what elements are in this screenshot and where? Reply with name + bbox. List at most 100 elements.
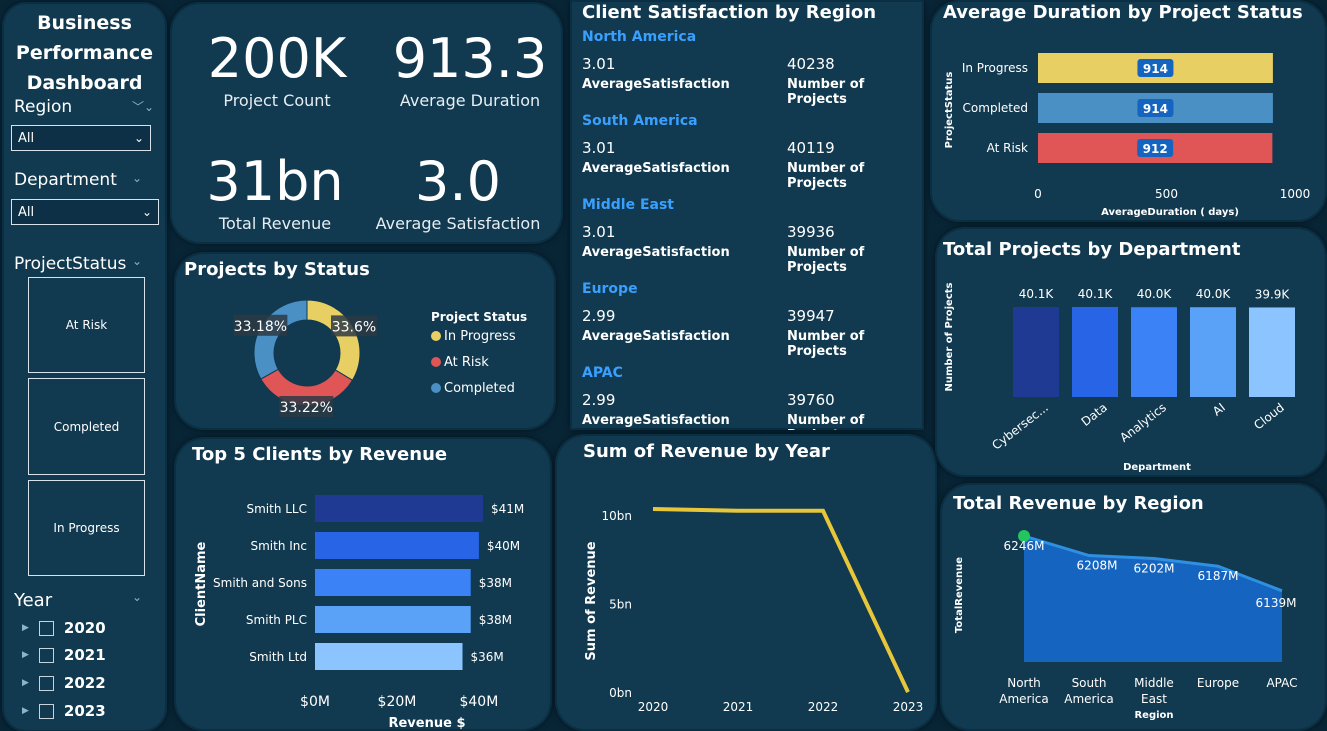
dashboard-title-line: Business — [37, 12, 132, 34]
y-axis-label: TotalRevenue — [954, 557, 965, 633]
legend-title: Project Status — [431, 310, 527, 324]
tick-label: 0 — [1034, 187, 1042, 201]
data-label: 912 — [1143, 142, 1168, 156]
category-label: Middle — [1134, 676, 1174, 690]
data-label: 40.0K — [1137, 287, 1173, 301]
category-label: Cloud — [1251, 400, 1287, 432]
avg-satisfaction-label: AverageSatisfaction — [582, 329, 730, 344]
category-label: Smith Inc — [250, 539, 307, 553]
expand-triangle-icon[interactable]: ▶ — [22, 678, 29, 688]
category-label: America — [999, 692, 1049, 706]
category-label: Smith LLC — [246, 502, 307, 516]
legend-label[interactable]: At Risk — [444, 355, 489, 370]
category-label: South — [1072, 676, 1107, 690]
dashboard-title: Business Performance Dashboard — [2, 8, 167, 98]
tick-label: 2022 — [808, 700, 839, 714]
year-option-2022[interactable]: ▶ 2022 — [22, 674, 106, 692]
tick-label: 10bn — [602, 509, 633, 523]
chevron-down-icon[interactable]: ⌄ — [132, 590, 142, 604]
chevron-down-icon[interactable]: ⌄ — [132, 171, 142, 185]
year-option-2023[interactable]: ▶ 2023 — [22, 702, 106, 720]
chevron-down-icon[interactable]: ⌄ — [132, 254, 142, 268]
x-axis-label: Department — [1123, 462, 1191, 473]
project-count-label: Number of Projects — [787, 77, 865, 107]
data-label: 6246M — [1004, 539, 1045, 553]
dashboard-title-line: Performance — [15, 42, 154, 64]
bar — [1131, 307, 1177, 397]
data-label: 33.22% — [280, 400, 333, 416]
category-label: AI — [1210, 400, 1228, 418]
data-label: 6139M — [1256, 596, 1297, 610]
project-count-value: 40119 — [787, 139, 835, 157]
tick-label: 2021 — [723, 700, 754, 714]
status-tile-in-progress[interactable]: In Progress — [28, 480, 145, 576]
checkbox[interactable] — [38, 647, 54, 663]
revenue-by-year-panel: Sum of Revenue by Year 0bn 5bn 10bn 2020 202… — [555, 434, 937, 731]
region-dropdown[interactable]: All ⌄ — [11, 125, 151, 151]
category-label: North — [1007, 676, 1041, 690]
expand-triangle-icon[interactable]: ▶ — [22, 623, 29, 633]
projects-by-status-panel: Projects by Status 33.6% 33.22% 33.18% Proj… — [174, 252, 556, 430]
avg-satisfaction-label: AverageSatisfaction — [582, 161, 730, 176]
year-option-2020[interactable]: ▶ 2020 — [22, 619, 106, 637]
checkbox[interactable] — [38, 675, 54, 691]
data-label: 40.1K — [1019, 287, 1055, 301]
expand-triangle-icon[interactable]: ▶ — [22, 706, 29, 716]
category-label: East — [1141, 692, 1167, 706]
donut-slice — [306, 299, 361, 381]
category-label: Smith Ltd — [249, 650, 307, 664]
area-fill — [1024, 536, 1282, 662]
project-count-label: Number of Projects — [787, 329, 865, 359]
checkbox[interactable] — [38, 703, 54, 719]
avg-satisfaction-value: 3.01 — [582, 55, 616, 73]
avg-satisfaction-label: AverageSatisfaction — [582, 413, 730, 428]
legend-label[interactable]: In Progress — [444, 329, 516, 344]
data-label: 914 — [1143, 102, 1168, 116]
data-label: 33.6% — [332, 319, 376, 335]
category-label: Smith and Sons — [213, 576, 307, 590]
chevron-down-icon: ⌄ — [133, 131, 144, 145]
checkbox[interactable] — [38, 620, 54, 636]
chevron-down-icon[interactable]: ﹀⌄ — [132, 98, 154, 115]
tick-label: $20M — [378, 694, 417, 710]
satisfaction-panel: Client Satisfaction by Region North Amer… — [570, 0, 924, 430]
x-axis-label: Revenue $ — [388, 716, 465, 731]
status-tile-completed[interactable]: Completed — [28, 378, 145, 475]
data-label: 6187M — [1198, 569, 1239, 583]
category-label: Smith PLC — [246, 613, 307, 627]
region-slicer-title: Region — [14, 97, 73, 117]
legend-marker — [431, 357, 441, 367]
expand-triangle-icon[interactable]: ▶ — [22, 650, 29, 660]
year-option-2021[interactable]: ▶ 2021 — [22, 646, 106, 664]
year-label: 2020 — [63, 619, 106, 637]
department-slicer-title: Department — [14, 170, 117, 190]
status-tile-at-risk[interactable]: At Risk — [28, 277, 145, 373]
tick-label: 2023 — [893, 700, 924, 714]
duration-panel: Average Duration by Project Status In Pr… — [930, 0, 1327, 222]
status-tile-label: In Progress — [53, 521, 120, 535]
tick-label: 5bn — [609, 598, 632, 612]
status-tile-label: Completed — [53, 419, 120, 434]
tick-label: $0M — [300, 694, 330, 710]
category-label: Cybersec... — [989, 400, 1050, 452]
region-name: Europe — [582, 281, 638, 297]
tick-label: 0bn — [609, 686, 632, 700]
bar — [315, 495, 483, 522]
project-count-value: 39947 — [787, 307, 835, 325]
bar — [1013, 307, 1059, 397]
y-axis-label: ProjectStatus — [944, 72, 955, 149]
tick-label: 2020 — [638, 700, 669, 714]
data-label: $36M — [471, 650, 504, 664]
bar — [315, 643, 463, 670]
data-label: $40M — [487, 539, 520, 553]
y-axis-label: Sum of Revenue — [584, 541, 599, 660]
y-axis-label: ClientName — [194, 541, 209, 626]
data-label: $41M — [491, 502, 524, 516]
department-dropdown[interactable]: All ⌄ — [11, 199, 159, 225]
category-label: APAC — [1266, 676, 1297, 690]
tick-label: 500 — [1155, 187, 1178, 201]
department-panel: Total Projects by Department 40.1K Cybers… — [935, 227, 1327, 477]
revenue-by-region-panel: Total Revenue by Region 6246M 6208M 6202M 6… — [940, 483, 1327, 731]
duration-bar-chart: In Progress 914 Completed 914 At Risk 912 0 500… — [944, 53, 1310, 218]
legend-label[interactable]: Completed — [444, 381, 515, 396]
